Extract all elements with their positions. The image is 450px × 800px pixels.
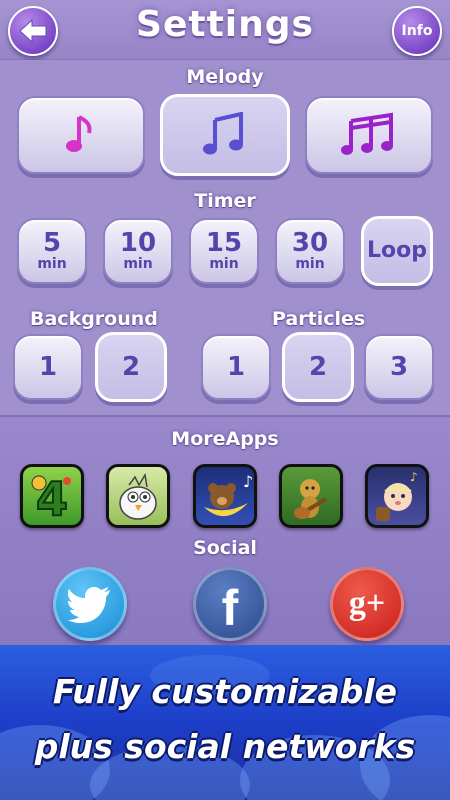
timer-option-15[interactable]: 15 min (189, 218, 259, 284)
timer-unit: min (123, 256, 153, 272)
timer-value: Loop (367, 238, 427, 263)
melody-option-3[interactable] (305, 96, 433, 174)
background-label: Background (30, 308, 158, 330)
google-plus-button[interactable]: g+ (330, 567, 404, 641)
melody-option-2[interactable] (160, 94, 290, 176)
more-apps-social-panel: MoreApps 4 ♪ ♪ Social f g+ (0, 415, 450, 645)
timer-unit: min (37, 256, 67, 272)
twitter-button[interactable] (53, 567, 127, 641)
promo-headline-line-2: plus social networks (34, 727, 416, 766)
more-apps-label: MoreApps (171, 428, 279, 450)
info-button[interactable]: Info (392, 6, 442, 56)
background-option-2[interactable]: 2 (95, 332, 167, 402)
twitter-icon (68, 587, 110, 623)
settings-screen: Settings Info Melody Timer 5 min 10 min … (0, 0, 450, 800)
timer-option-loop[interactable]: Loop (361, 216, 433, 286)
timer-unit: min (295, 256, 325, 272)
cartoon-bird-app-icon[interactable] (106, 464, 170, 528)
particles-option-1[interactable]: 1 (201, 334, 271, 400)
page-title: Settings (136, 4, 314, 45)
facebook-icon: f (221, 580, 239, 636)
sixteenth-notes-icon (341, 112, 393, 155)
melody-label: Melody (186, 66, 264, 88)
single-note-icon (66, 115, 92, 152)
baby-lullaby-app-icon[interactable]: ♪ (365, 464, 429, 528)
arrow-left-icon (19, 18, 47, 44)
particles-option-3[interactable]: 3 (364, 334, 434, 400)
timer-option-5[interactable]: 5 min (17, 218, 87, 284)
svg-text:♪: ♪ (410, 470, 418, 484)
google-plus-icon: g+ (348, 585, 386, 622)
timer-value: 10 (119, 228, 157, 258)
promo-headline-line-1: Fully customizable (52, 672, 398, 711)
timer-option-10[interactable]: 10 min (103, 218, 173, 284)
social-label: Social (193, 537, 257, 559)
header-bar: Settings Info (0, 0, 450, 60)
timer-value: 30 (291, 228, 329, 258)
timer-value: 15 (205, 228, 243, 258)
number-four-dragon-app-icon[interactable]: 4 (20, 464, 84, 528)
timer-option-30[interactable]: 30 min (275, 218, 345, 284)
particles-option-2[interactable]: 2 (282, 332, 354, 402)
back-button[interactable] (8, 6, 58, 56)
timer-label: Timer (194, 190, 256, 212)
background-option-number: 1 (38, 352, 58, 382)
forest-monkey-guitar-app-icon[interactable] (279, 464, 343, 528)
facebook-button[interactable]: f (193, 567, 267, 641)
particles-option-number: 3 (389, 352, 409, 382)
settings-panel: Melody Timer 5 min 10 min 15 min 30 min … (0, 60, 450, 415)
timer-unit: min (209, 256, 239, 272)
particles-label: Particles (272, 308, 366, 330)
background-option-1[interactable]: 1 (13, 334, 83, 400)
particles-option-number: 2 (308, 352, 328, 382)
promo-banner: Fully customizable plus social networks (0, 645, 450, 800)
background-option-number: 2 (121, 352, 141, 382)
sleeping-bear-moon-app-icon[interactable]: ♪ (193, 464, 257, 528)
timer-value: 5 (42, 228, 62, 258)
svg-text:♪: ♪ (243, 472, 253, 491)
melody-option-1[interactable] (17, 96, 145, 174)
particles-option-number: 1 (226, 352, 246, 382)
eighth-notes-icon (203, 112, 243, 155)
